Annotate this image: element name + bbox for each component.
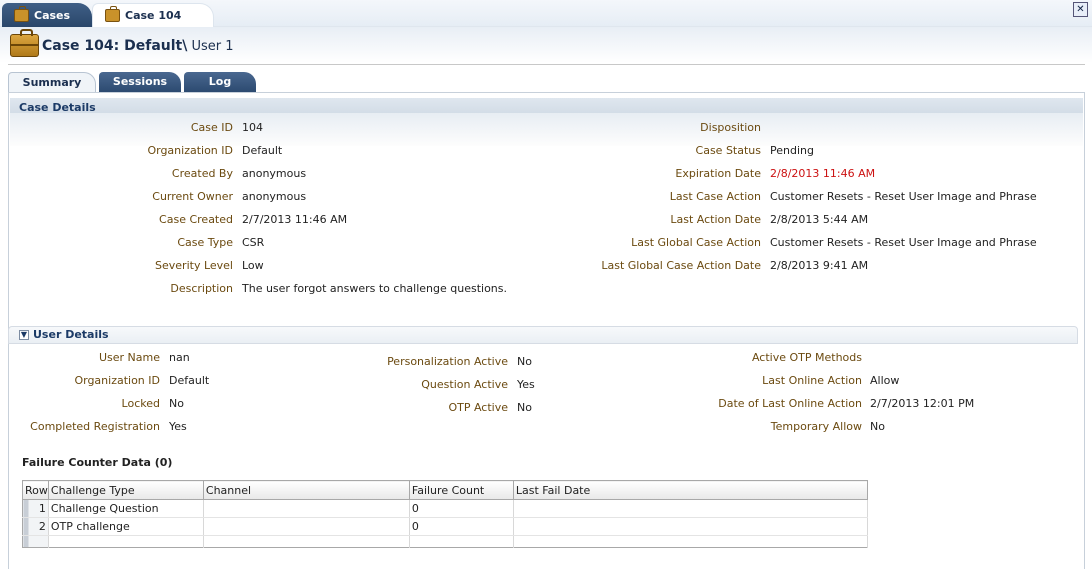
page-title-case: Case 104: Default [42, 38, 183, 54]
cell-last-fail-date [513, 499, 869, 518]
briefcase-icon [10, 29, 39, 57]
field-value: Pending [770, 144, 814, 157]
field-value: Customer Resets - Reset User Image and P… [770, 190, 1037, 203]
doc-tab-case-104[interactable]: Case 104 [92, 3, 214, 27]
briefcase-icon [105, 6, 120, 22]
field-label: Disposition [700, 121, 761, 134]
doc-tab-label: Case 104 [125, 9, 182, 22]
field-last-global-case-action: Last Global Case Action Customer Resets … [0, 236, 1080, 250]
column-header-row[interactable]: Row [22, 480, 49, 500]
field-last-global-case-action-date: Last Global Case Action Date 2/8/2013 9:… [0, 259, 1080, 273]
field-label: Active OTP Methods [751, 351, 862, 364]
briefcase-icon [14, 5, 29, 22]
field-value: 2/8/2013 5:44 AM [770, 213, 869, 226]
header-divider [8, 64, 1085, 65]
field-last-action-date: Last Action Date 2/8/2013 5:44 AM [0, 213, 1080, 227]
field-label: Description [170, 282, 233, 295]
failure-counter-title: Failure Counter Data (0) [22, 456, 173, 469]
field-expiration-date: Expiration Date 2/8/2013 11:46 AM [0, 167, 1080, 181]
user-details-heading[interactable]: ▼ User Details [8, 326, 1078, 344]
document-tab-bar: Cases Case 104 ✕ [0, 0, 1092, 27]
column-header-failure-count[interactable]: Failure Count [408, 480, 514, 500]
field-temporary-allow: Temporary Allow No [0, 420, 1080, 434]
doc-tab-cases[interactable]: Cases [2, 3, 92, 27]
field-label: Date of Last Online Action [718, 397, 862, 410]
table-filler-row [22, 535, 869, 548]
field-label: Last Global Case Action Date [601, 259, 761, 272]
column-header-channel[interactable]: Channel [202, 480, 410, 500]
cell-empty [48, 535, 204, 548]
tab-log[interactable]: Log [184, 72, 256, 92]
column-header-last-fail-date[interactable]: Last Fail Date [512, 480, 869, 500]
user-details-heading-label: User Details [33, 328, 109, 341]
field-label: Last Global Case Action [631, 236, 761, 249]
row-number: 1 [22, 499, 49, 518]
tab-summary[interactable]: Summary [8, 72, 96, 92]
field-value: 2/7/2013 12:01 PM [870, 397, 975, 410]
page-title-user: User 1 [187, 39, 234, 54]
field-label: Expiration Date [675, 167, 761, 180]
field-last-case-action: Last Case Action Customer Resets - Reset… [0, 190, 1080, 204]
field-label: Temporary Allow [770, 420, 862, 433]
tab-sessions[interactable]: Sessions [99, 72, 181, 92]
chevron-down-icon[interactable]: ▼ [19, 330, 29, 340]
field-value: Customer Resets - Reset User Image and P… [770, 236, 1037, 249]
failure-counter-table: Row Challenge Type Channel Failure Count… [22, 480, 869, 548]
field-description: Description The user forgot answers to c… [0, 282, 520, 296]
field-active-otp-methods: Active OTP Methods [0, 351, 1080, 365]
cell-challenge-type: Challenge Question [48, 499, 204, 518]
cell-empty [513, 535, 869, 548]
field-label: Case Status [695, 144, 761, 157]
page-title: Case 104: Default\ User 1 [42, 38, 234, 54]
field-label: Last Online Action [762, 374, 862, 387]
field-label: Last Case Action [669, 190, 761, 203]
page-header: Case 104: Default\ User 1 [0, 27, 1092, 63]
row-number-empty [22, 535, 49, 548]
field-case-status: Case Status Pending [0, 144, 1080, 158]
cell-challenge-type: OTP challenge [48, 517, 204, 536]
field-value: Allow [870, 374, 900, 387]
cell-empty [203, 535, 410, 548]
field-value: The user forgot answers to challenge que… [242, 282, 508, 295]
cell-channel [203, 499, 410, 518]
field-value: 2/8/2013 9:41 AM [770, 259, 869, 272]
field-last-online-action: Last Online Action Allow [0, 374, 1080, 388]
doc-tab-label: Cases [34, 8, 71, 22]
field-label: Last Action Date [670, 213, 761, 226]
close-icon[interactable]: ✕ [1073, 2, 1088, 17]
row-number: 2 [22, 517, 49, 536]
column-header-challenge-type[interactable]: Challenge Type [47, 480, 204, 500]
cell-empty [409, 535, 514, 548]
cell-failure-count: 0 [409, 517, 514, 536]
table-row[interactable]: 1 Challenge Question 0 [22, 499, 869, 518]
cell-channel [203, 517, 410, 536]
field-date-of-last-online-action: Date of Last Online Action 2/7/2013 12:0… [0, 397, 1080, 411]
table-row[interactable]: 2 OTP challenge 0 [22, 517, 869, 536]
field-value: 2/8/2013 11:46 AM [770, 167, 876, 180]
table-header-row: Row Challenge Type Channel Failure Count… [22, 480, 869, 500]
field-value: No [870, 420, 885, 433]
cell-failure-count: 0 [409, 499, 514, 518]
cell-last-fail-date [513, 517, 869, 536]
field-disposition: Disposition [0, 121, 1080, 135]
